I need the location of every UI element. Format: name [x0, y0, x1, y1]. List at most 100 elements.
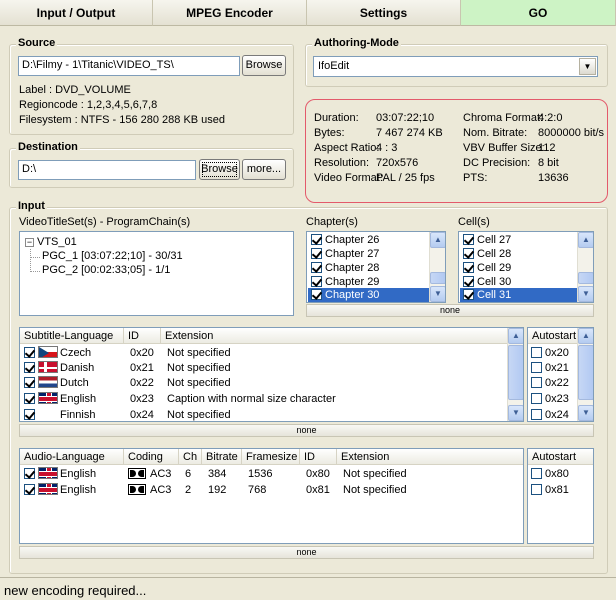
- cells-scrollbar[interactable]: ▲ ▼: [577, 232, 593, 302]
- autostart-item[interactable]: 0x80: [531, 466, 569, 482]
- source-browse-button[interactable]: Browse: [242, 55, 286, 76]
- audio-autostart-list[interactable]: Autostart 0x80 0x81: [527, 448, 594, 544]
- flag-icon: [38, 483, 58, 495]
- destination-browse-button[interactable]: Browse: [199, 159, 240, 180]
- chapters-label: Chapter(s): [306, 216, 358, 228]
- checkbox-icon: [531, 347, 542, 358]
- authoring-mode-select[interactable]: IfoEdit ▼: [313, 56, 598, 77]
- scroll-down-icon[interactable]: ▼: [578, 405, 593, 421]
- audio-col-coding[interactable]: Coding: [124, 449, 179, 465]
- scroll-down-icon[interactable]: ▼: [508, 405, 523, 421]
- audio-table[interactable]: Audio-Language Coding Ch Bitrate Framesi…: [19, 448, 524, 544]
- info-aspect-label: Aspect Ratio:: [314, 142, 380, 154]
- authoring-title: Authoring-Mode: [312, 37, 401, 49]
- tree-root[interactable]: − VTS_01: [25, 236, 77, 248]
- info-bitrate-value: 8000000 bit/s: [538, 127, 605, 139]
- audio-col-extension[interactable]: Extension: [337, 449, 523, 465]
- audio-col-language[interactable]: Audio-Language: [20, 449, 124, 465]
- dropdown-arrow-icon[interactable]: ▼: [579, 58, 596, 75]
- subtitle-scrollbar[interactable]: ▲ ▼: [507, 328, 523, 421]
- autostart-item[interactable]: 0x22: [531, 375, 569, 391]
- vts-tree[interactable]: − VTS_01 PGC_1 [03:07:22;10] - 30/31 PGC_…: [19, 231, 294, 316]
- subtitle-row[interactable]: English 0x23 Caption with normal size ch…: [20, 391, 507, 407]
- chapter-item[interactable]: Chapter 27: [308, 247, 429, 261]
- cell-item[interactable]: Cell 29: [460, 261, 577, 275]
- tab-settings[interactable]: Settings: [307, 0, 461, 26]
- scroll-thumb[interactable]: [578, 345, 593, 400]
- subtitle-autostart-list[interactable]: Autostart 0x20 0x21 0x22 0x23 0x24 ▲ ▼: [527, 327, 594, 422]
- autostart-item[interactable]: 0x81: [531, 482, 569, 498]
- collapse-icon[interactable]: −: [25, 238, 34, 247]
- autostart-scrollbar[interactable]: ▲ ▼: [577, 328, 593, 421]
- chapter-item-selected[interactable]: Chapter 30: [308, 288, 429, 302]
- flag-icon: [38, 346, 58, 358]
- checkbox-icon[interactable]: [24, 347, 35, 358]
- checkbox-icon: [311, 289, 322, 300]
- audio-col-bitrate[interactable]: Bitrate: [202, 449, 242, 465]
- subtitle-row[interactable]: Dutch 0x22 Not specified: [20, 375, 507, 391]
- scroll-up-icon[interactable]: ▲: [578, 328, 593, 344]
- subtitle-col-language[interactable]: Subtitle-Language: [20, 328, 124, 344]
- audio-header: Audio-Language Coding Ch Bitrate Framesi…: [20, 449, 523, 465]
- scroll-up-icon[interactable]: ▲: [430, 232, 445, 248]
- cell-item[interactable]: Cell 30: [460, 275, 577, 289]
- autostart-item[interactable]: 0x20: [531, 345, 569, 361]
- tree-pgc-1[interactable]: PGC_1 [03:07:22;10] - 30/31: [42, 250, 183, 262]
- tree-pgc-2[interactable]: PGC_2 [00:02:33;05] - 1/1: [42, 264, 170, 276]
- checkbox-icon: [531, 393, 542, 404]
- subtitle-none-button[interactable]: none: [19, 424, 594, 437]
- audio-col-framesize[interactable]: Framesize: [242, 449, 300, 465]
- cell-item[interactable]: Cell 27: [460, 233, 577, 247]
- audio-row[interactable]: English AC3 2 192 768 0x81 Not specified: [20, 482, 523, 498]
- scroll-up-icon[interactable]: ▲: [508, 328, 523, 344]
- scroll-thumb[interactable]: [578, 272, 593, 284]
- info-pts-label: PTS:: [463, 172, 488, 184]
- chapters-none-button[interactable]: none: [306, 304, 594, 317]
- tab-mpeg-encoder[interactable]: MPEG Encoder: [153, 0, 307, 26]
- scroll-down-icon[interactable]: ▼: [578, 286, 593, 302]
- subtitle-col-id[interactable]: ID: [124, 328, 161, 344]
- subtitle-table[interactable]: Subtitle-Language ID Extension Czech 0x2…: [19, 327, 524, 422]
- audio-none-button[interactable]: none: [19, 546, 594, 559]
- audio-col-id[interactable]: ID: [300, 449, 337, 465]
- checkbox-icon[interactable]: [24, 362, 35, 373]
- checkbox-icon[interactable]: [24, 484, 35, 495]
- audio-row[interactable]: English AC3 6 384 1536 0x80 Not specifie…: [20, 466, 523, 482]
- cell-item[interactable]: Cell 28: [460, 247, 577, 261]
- chapters-scrollbar[interactable]: ▲ ▼: [429, 232, 445, 302]
- info-chroma-label: Chroma Format:: [463, 112, 544, 124]
- scroll-thumb[interactable]: [508, 345, 523, 400]
- subtitle-col-extension[interactable]: Extension: [161, 328, 507, 344]
- scroll-thumb[interactable]: [430, 272, 445, 284]
- chapter-item[interactable]: Chapter 26: [308, 233, 429, 247]
- status-bar: new encoding required...: [0, 577, 616, 600]
- checkbox-icon[interactable]: [24, 377, 35, 388]
- info-duration-label: Duration:: [314, 112, 359, 124]
- checkbox-icon: [311, 262, 322, 273]
- subtitle-row[interactable]: Finnish 0x24 Not specified: [20, 407, 507, 421]
- cells-list[interactable]: Cell 27 Cell 28 Cell 29 Cell 30 Cell 31 …: [458, 231, 594, 303]
- tab-input-output[interactable]: Input / Output: [0, 0, 153, 26]
- chapter-item[interactable]: Chapter 29: [308, 275, 429, 289]
- cell-item-selected[interactable]: Cell 31: [460, 288, 577, 302]
- subtitle-row[interactable]: Czech 0x20 Not specified: [20, 345, 507, 361]
- autostart-item[interactable]: 0x23: [531, 391, 569, 407]
- checkbox-icon[interactable]: [24, 468, 35, 479]
- subtitle-row[interactable]: Danish 0x21 Not specified: [20, 360, 507, 376]
- chapters-list[interactable]: Chapter 26 Chapter 27 Chapter 28 Chapter…: [306, 231, 446, 303]
- destination-more-button[interactable]: more...: [242, 159, 286, 180]
- checkbox-icon: [311, 248, 322, 259]
- checkbox-icon[interactable]: [24, 409, 35, 420]
- scroll-up-icon[interactable]: ▲: [578, 232, 593, 248]
- autostart-item[interactable]: 0x24: [531, 407, 569, 421]
- checkbox-icon: [463, 262, 474, 273]
- chapter-item[interactable]: Chapter 28: [308, 261, 429, 275]
- tab-go[interactable]: GO: [461, 0, 616, 26]
- scroll-down-icon[interactable]: ▼: [430, 286, 445, 302]
- source-path-input[interactable]: D:\Filmy - 1\Titanic\VIDEO_TS\: [18, 56, 240, 76]
- checkbox-icon[interactable]: [24, 393, 35, 404]
- checkbox-icon: [531, 468, 542, 479]
- destination-path-input[interactable]: D:\: [18, 160, 196, 180]
- autostart-item[interactable]: 0x21: [531, 360, 569, 376]
- audio-col-ch[interactable]: Ch: [179, 449, 202, 465]
